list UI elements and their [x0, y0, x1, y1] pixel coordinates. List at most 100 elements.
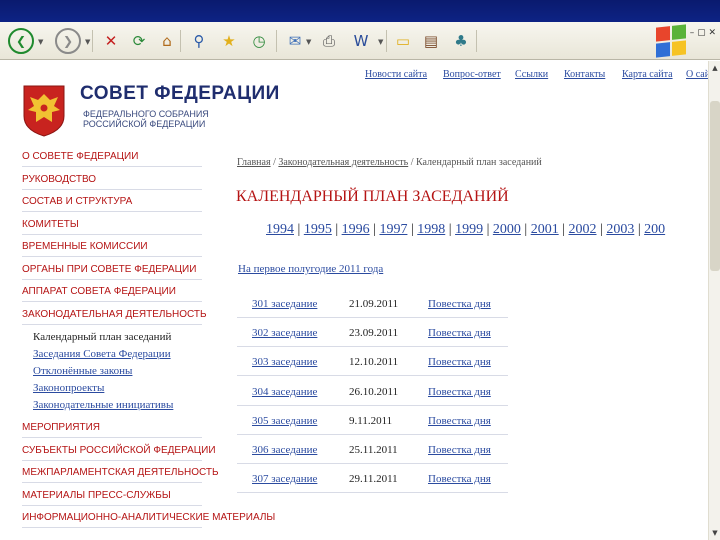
top-link[interactable]: Вопрос-ответ [443, 69, 501, 80]
agenda-link[interactable]: Повестка дня [428, 473, 491, 485]
discuss-icon[interactable]: ▭ [390, 28, 416, 54]
sidebar-item[interactable]: КОМИТЕТЫ [22, 219, 79, 230]
session-link[interactable]: 303 заседание [252, 356, 317, 368]
year-link[interactable]: 2002 [569, 222, 597, 237]
agenda-link[interactable]: Повестка дня [428, 415, 491, 427]
session-date: 29.11.2011 [349, 473, 398, 486]
sidebar-item[interactable]: МЕЖПАРЛАМЕНТСКАЯ ДЕЯТЕЛЬНОСТЬ [22, 467, 219, 478]
print-icon[interactable]: ⎙ [316, 28, 342, 54]
sidebar-item[interactable]: ЗАКОНОДАТЕЛЬНАЯ ДЕЯТЕЛЬНОСТЬ [22, 309, 207, 320]
year-link[interactable]: 2003 [606, 222, 634, 237]
site-subtitle: ФЕДЕРАЛЬНОГО СОБРАНИЯ РОССИЙСКОЙ ФЕДЕРАЦ… [83, 109, 209, 129]
top-link[interactable]: О сай [686, 69, 708, 80]
toolbar-separator [476, 30, 477, 52]
mail-icon[interactable]: ✉ [282, 28, 308, 54]
edit-icon[interactable]: W [348, 28, 374, 54]
year-link[interactable]: 1995 [304, 222, 332, 237]
browser-toolbar: ❮ ❯ ✕ ⟳ ⌂ ⚲ ★ ◷ ✉ ⎙ W ▭ ▤ ♣ ▼ ▼ ▼ ▼ [0, 22, 720, 60]
breadcrumb-item: Календарный план заседаний [415, 157, 542, 168]
sidebar-subitem[interactable]: Заседания Совета Федерации [33, 348, 171, 360]
back-icon[interactable]: ❮ [8, 28, 34, 54]
history-icon[interactable]: ◷ [246, 28, 272, 54]
sidebar-item[interactable]: МЕРОПРИЯТИЯ [22, 422, 100, 433]
year-link[interactable]: 1994 [266, 222, 294, 237]
sidebar-item[interactable]: СУБЪЕКТЫ РОССИЙСКОЙ ФЕДЕРАЦИИ [22, 445, 216, 456]
session-link[interactable]: 304 заседание [252, 386, 317, 398]
table-row-divider [237, 346, 508, 348]
year-link[interactable]: 1998 [417, 222, 445, 237]
sidebar-item[interactable]: ОРГАНЫ ПРИ СОВЕТЕ ФЕДЕРАЦИИ [22, 264, 196, 275]
sidebar-subitem[interactable]: Законодательные инициативы [33, 399, 173, 411]
table-row-divider [237, 317, 508, 318]
top-link[interactable]: Ссылки [515, 69, 548, 80]
year-link[interactable]: 200 [644, 222, 665, 237]
stop-icon[interactable]: ✕ [98, 28, 124, 54]
agenda-link[interactable]: Повестка дня [428, 327, 491, 339]
home-icon[interactable]: ⌂ [154, 28, 180, 54]
sidebar-item[interactable]: МАТЕРИАЛЫ ПРЕСС-СЛУЖБЫ [22, 490, 171, 501]
top-link[interactable]: Карта сайта [622, 69, 673, 80]
sidebar-subitem[interactable]: Календарный план заседаний [33, 331, 171, 343]
agenda-link[interactable]: Повестка дня [428, 386, 491, 398]
sidebar-divider [22, 166, 202, 167]
forward-dropdown-icon[interactable]: ▼ [85, 38, 90, 46]
messenger-icon[interactable]: ♣ [448, 28, 474, 54]
scroll-down-icon[interactable]: ▼ [710, 528, 720, 538]
session-link[interactable]: 302 заседание [252, 327, 317, 339]
page-title: КАЛЕНДАРНЫЙ ПЛАН ЗАСЕДАНИЙ [236, 188, 509, 205]
year-link[interactable]: 2000 [493, 222, 521, 237]
year-link[interactable]: 1996 [342, 222, 370, 237]
toolbar-separator [276, 30, 277, 52]
favorites-icon[interactable]: ★ [216, 28, 242, 54]
sidebar-divider [22, 437, 202, 438]
forward-icon[interactable]: ❯ [55, 28, 81, 54]
mail-dropdown-icon[interactable]: ▼ [306, 38, 311, 46]
sidebar-item[interactable]: РУКОВОДСТВО [22, 174, 96, 185]
period-link[interactable]: На первое полугодие 2011 года [238, 263, 383, 275]
breadcrumb-item[interactable]: Главная [237, 157, 271, 168]
vertical-scrollbar[interactable]: ▲ ▼ [708, 61, 720, 540]
table-row-divider [237, 404, 508, 406]
search-icon[interactable]: ⚲ [186, 28, 212, 54]
agenda-link[interactable]: Повестка дня [428, 298, 491, 310]
sidebar-item[interactable]: ИНФОРМАЦИОННО-АНАЛИТИЧЕСКИЕ МАТЕРИАЛЫ [22, 512, 275, 523]
back-dropdown-icon[interactable]: ▼ [38, 38, 43, 46]
year-separator: | [294, 222, 304, 237]
year-link[interactable]: 2001 [531, 222, 559, 237]
sidebar-item[interactable]: О СОВЕТЕ ФЕДЕРАЦИИ [22, 151, 138, 162]
toolbar-separator [386, 30, 387, 52]
session-link[interactable]: 305 заседание [252, 415, 317, 427]
session-link[interactable]: 301 заседание [252, 298, 317, 310]
sidebar-subitem[interactable]: Отклонённые законы [33, 365, 132, 377]
top-link[interactable]: Контакты [564, 69, 605, 80]
session-date: 9.11.2011 [349, 414, 393, 427]
window-controls[interactable]: – ▢ ✕ [690, 28, 716, 38]
year-link[interactable]: 1997 [379, 222, 407, 237]
toolbar-separator [180, 30, 181, 52]
sidebar-subitem[interactable]: Законопроекты [33, 382, 104, 394]
top-link[interactable]: Новости сайта [365, 69, 427, 80]
scroll-thumb[interactable] [710, 101, 720, 271]
agenda-link[interactable]: Повестка дня [428, 356, 491, 368]
session-link[interactable]: 306 заседание [252, 444, 317, 456]
sidebar-item[interactable]: ВРЕМЕННЫЕ КОМИССИИ [22, 241, 148, 252]
agenda-link[interactable]: Повестка дня [428, 444, 491, 456]
session-date: 23.09.2011 [349, 327, 399, 340]
table-row-divider [237, 492, 508, 494]
edit-dropdown-icon[interactable]: ▼ [378, 38, 383, 46]
scroll-up-icon[interactable]: ▲ [710, 63, 720, 73]
table-row-divider [237, 463, 508, 464]
session-link[interactable]: 307 заседание [252, 473, 317, 485]
breadcrumb-item[interactable]: Законодательная деятельность [278, 157, 408, 168]
year-separator: | [520, 222, 531, 237]
year-separator: | [483, 222, 493, 237]
year-link[interactable]: 1999 [455, 222, 483, 237]
sidebar-item[interactable]: АППАРАТ СОВЕТА ФЕДЕРАЦИИ [22, 286, 176, 297]
year-separator: | [407, 222, 418, 237]
sidebar-item[interactable]: СОСТАВ И СТРУКТУРА [22, 196, 132, 207]
sidebar-divider [22, 323, 202, 325]
year-separator: | [331, 222, 342, 237]
research-icon[interactable]: ▤ [418, 28, 444, 54]
refresh-icon[interactable]: ⟳ [126, 28, 152, 54]
year-separator: | [369, 222, 380, 237]
